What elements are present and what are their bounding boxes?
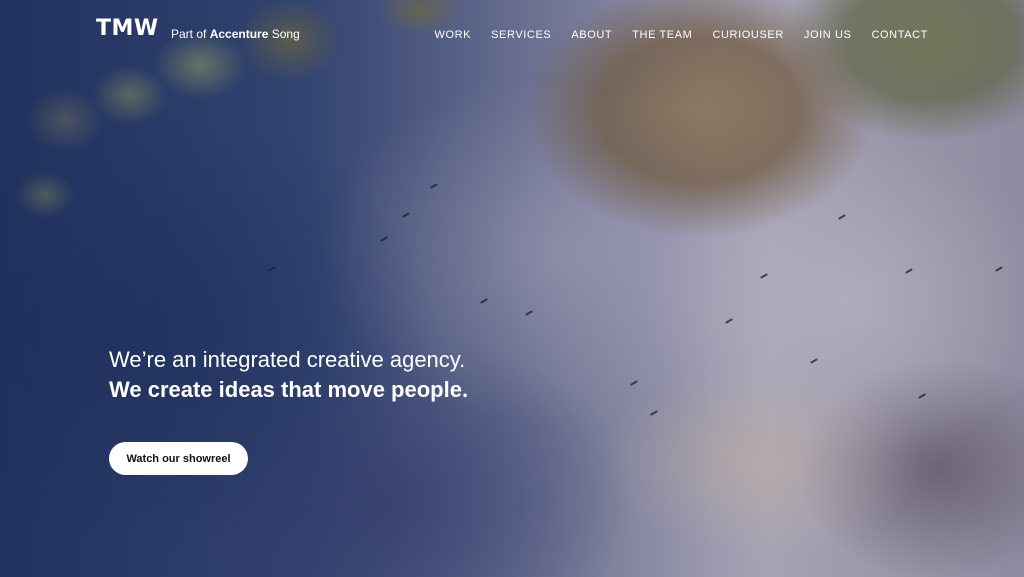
page: TMW Part of Accenture Song WORK SERVICES…	[0, 0, 1024, 577]
hero-headline: We’re an integrated creative agency. We …	[109, 345, 468, 405]
hero-line-1: We’re an integrated creative agency.	[109, 347, 466, 372]
watch-showreel-button[interactable]: Watch our showreel	[109, 442, 248, 475]
nav-the-team[interactable]: THE TEAM	[632, 29, 692, 41]
nav-services[interactable]: SERVICES	[491, 29, 551, 41]
nav-work[interactable]: WORK	[434, 29, 471, 41]
accenture-song-tagline: Part of Accenture Song	[171, 27, 300, 41]
nav-about[interactable]: ABOUT	[571, 29, 612, 41]
nav-curiouser[interactable]: CURIOUSER	[712, 29, 783, 41]
nav-join-us[interactable]: JOIN US	[804, 29, 852, 41]
hero-line-2: We create ideas that move people.	[109, 377, 469, 402]
tmw-logo[interactable]: TMW	[96, 16, 159, 41]
main-nav: WORK SERVICES ABOUT THE TEAM CURIOUSER J…	[434, 29, 928, 41]
site-header: TMW Part of Accenture Song WORK SERVICES…	[0, 0, 1024, 70]
tagline-brand: Accenture	[209, 27, 269, 41]
nav-contact[interactable]: CONTACT	[871, 29, 928, 41]
hero-overlay	[0, 0, 1024, 577]
tagline-suffix: Song	[271, 27, 300, 41]
tagline-prefix: Part of	[171, 27, 207, 41]
